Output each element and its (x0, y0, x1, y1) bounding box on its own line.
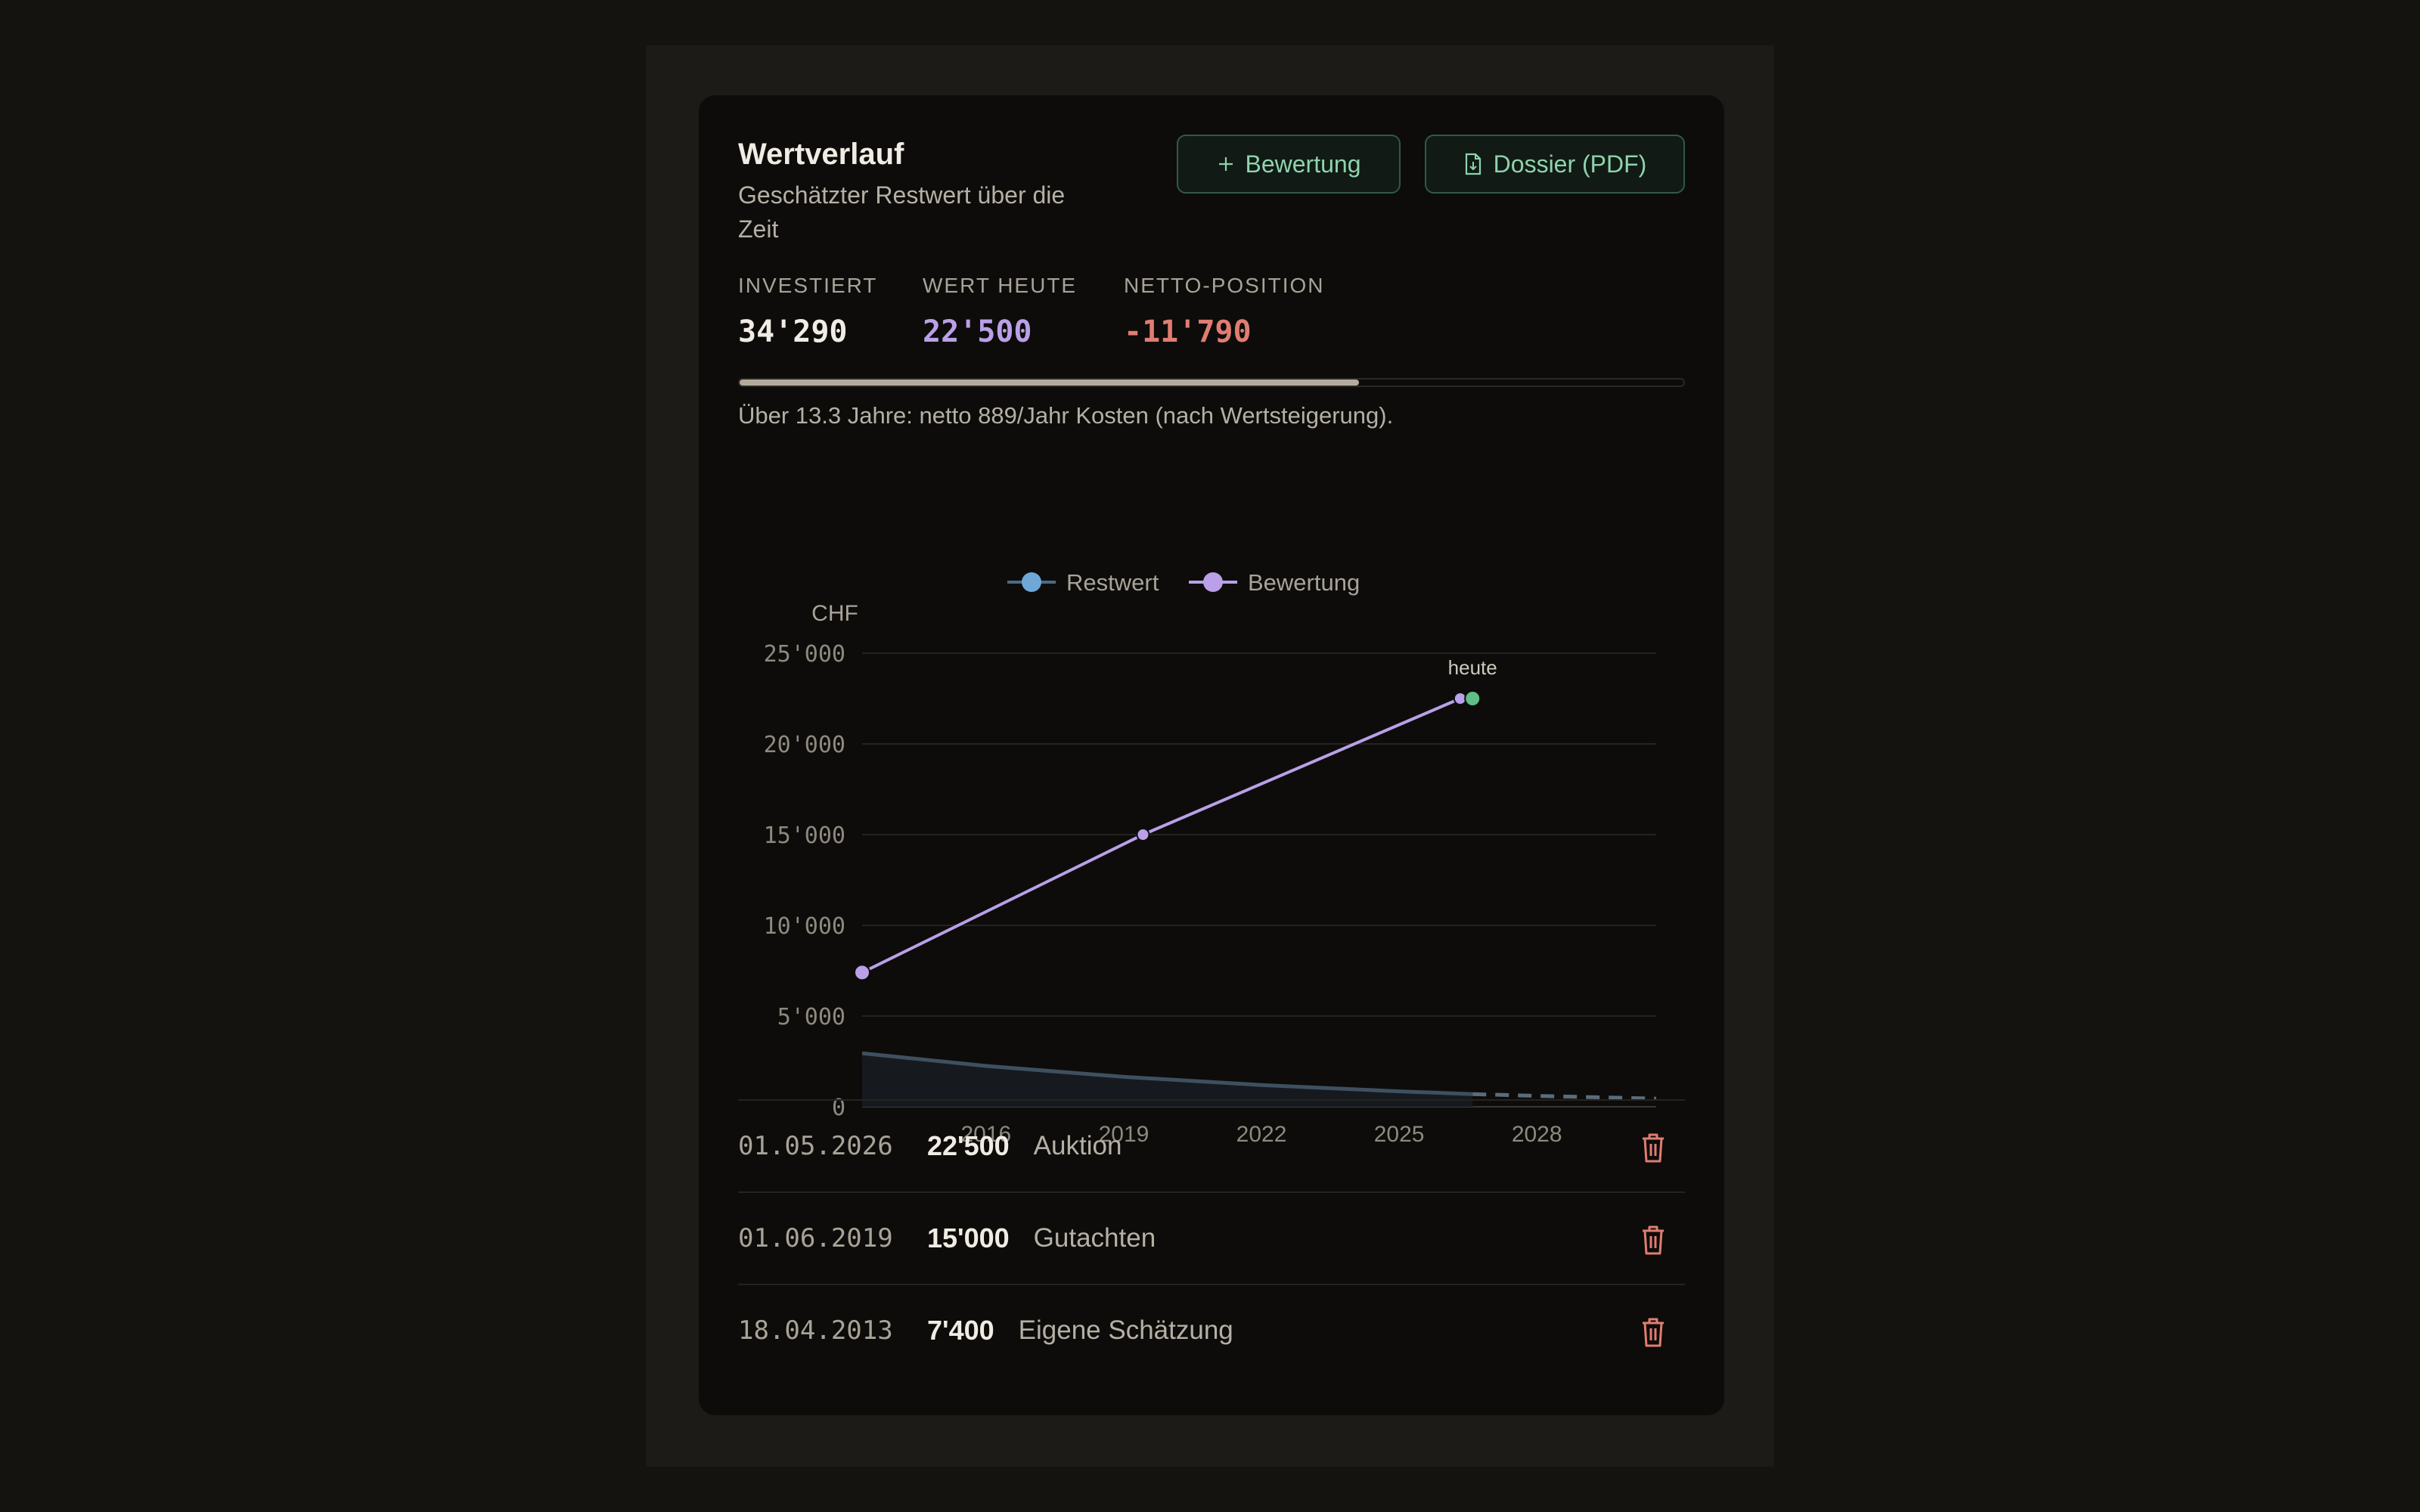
legend-marker (1022, 572, 1041, 592)
kpi-invested-label: INVESTIERT (738, 274, 878, 297)
chart-grid (862, 652, 1656, 1108)
value-history-card: Wertverlauf Geschätzter Restwert über di… (699, 95, 1724, 1415)
card-subtitle: Geschätzter Restwert über die Zeit (738, 181, 1066, 243)
kpi-invested-value: 34'290 (738, 314, 848, 349)
card-title: Wertverlauf (738, 138, 904, 171)
y-axis-label: CHF (811, 601, 858, 626)
restwert-projection-line (1472, 1092, 1657, 1101)
list-item: 01.05.2026 22'500 Auktion (738, 1099, 1685, 1191)
bewertung-point (1136, 828, 1150, 841)
trash-icon[interactable] (1638, 1315, 1668, 1349)
kpi-net-position-value: -11'790 (1124, 314, 1252, 349)
y-axis-ticks: 05'00010'00015'00020'00025'000 (764, 641, 845, 1121)
today-marker (1464, 690, 1481, 707)
entry-label: Auktion (1033, 1131, 1122, 1160)
legend-label: Bewertung (1248, 569, 1360, 596)
trash-icon[interactable] (1638, 1223, 1668, 1256)
entry-value: 22'500 (927, 1130, 1010, 1161)
add-valuation-label: Bewertung (1245, 150, 1361, 178)
value-chart: Restwert Bewertung CHF 05'00010'00015'000… (764, 569, 1657, 1147)
entry-date: 01.05.2026 (738, 1131, 893, 1161)
chart-legend: Restwert Bewertung (1007, 569, 1360, 596)
entry-date: 18.04.2013 (738, 1315, 893, 1346)
list-item: 01.06.2019 15'000 Gutachten (738, 1191, 1685, 1284)
cost-summary-note: Über 13.3 Jahre: netto 889/Jahr Kosten (… (738, 402, 1394, 429)
file-download-icon (1465, 153, 1481, 175)
y-tick-label: 10'000 (764, 913, 845, 940)
kpi-net-position-label: NETTO-POSITION (1124, 274, 1325, 297)
list-item: 18.04.2013 7'400 Eigene Schätzung (738, 1284, 1685, 1376)
entry-date: 01.06.2019 (738, 1223, 893, 1253)
add-valuation-button[interactable]: Bewertung (1177, 135, 1401, 194)
y-tick-label: 15'000 (764, 823, 845, 849)
kpi-value-today-value: 22'500 (923, 314, 1032, 349)
entry-label: Gutachten (1033, 1223, 1156, 1253)
legend-marker (1203, 572, 1223, 592)
valuation-list: 01.05.2026 22'500 Auktion 01.06.2019 15'… (738, 1099, 1685, 1376)
bewertung-point (854, 964, 870, 981)
cost-progress-bar (738, 378, 1685, 387)
today-annotation: heute (1448, 656, 1497, 679)
entry-value: 7'400 (927, 1315, 994, 1346)
chart-series: heute (854, 656, 1657, 1107)
y-tick-label: 5'000 (777, 1004, 845, 1030)
legend-label: Restwert (1066, 569, 1159, 596)
bewertung-line (861, 697, 1461, 974)
y-tick-label: 25'000 (764, 641, 845, 668)
pdf-dossier-label: Dossier (PDF) (1493, 150, 1647, 178)
entry-label: Eigene Schätzung (1018, 1315, 1233, 1345)
pdf-dossier-button[interactable]: Dossier (PDF) (1425, 135, 1685, 194)
kpi-value-today-label: WERT HEUTE (923, 274, 1078, 297)
cost-progress-fill (740, 380, 1359, 386)
plus-icon (1218, 157, 1233, 171)
trash-icon[interactable] (1638, 1131, 1668, 1164)
entry-value: 15'000 (927, 1222, 1010, 1253)
y-tick-label: 20'000 (764, 732, 845, 758)
